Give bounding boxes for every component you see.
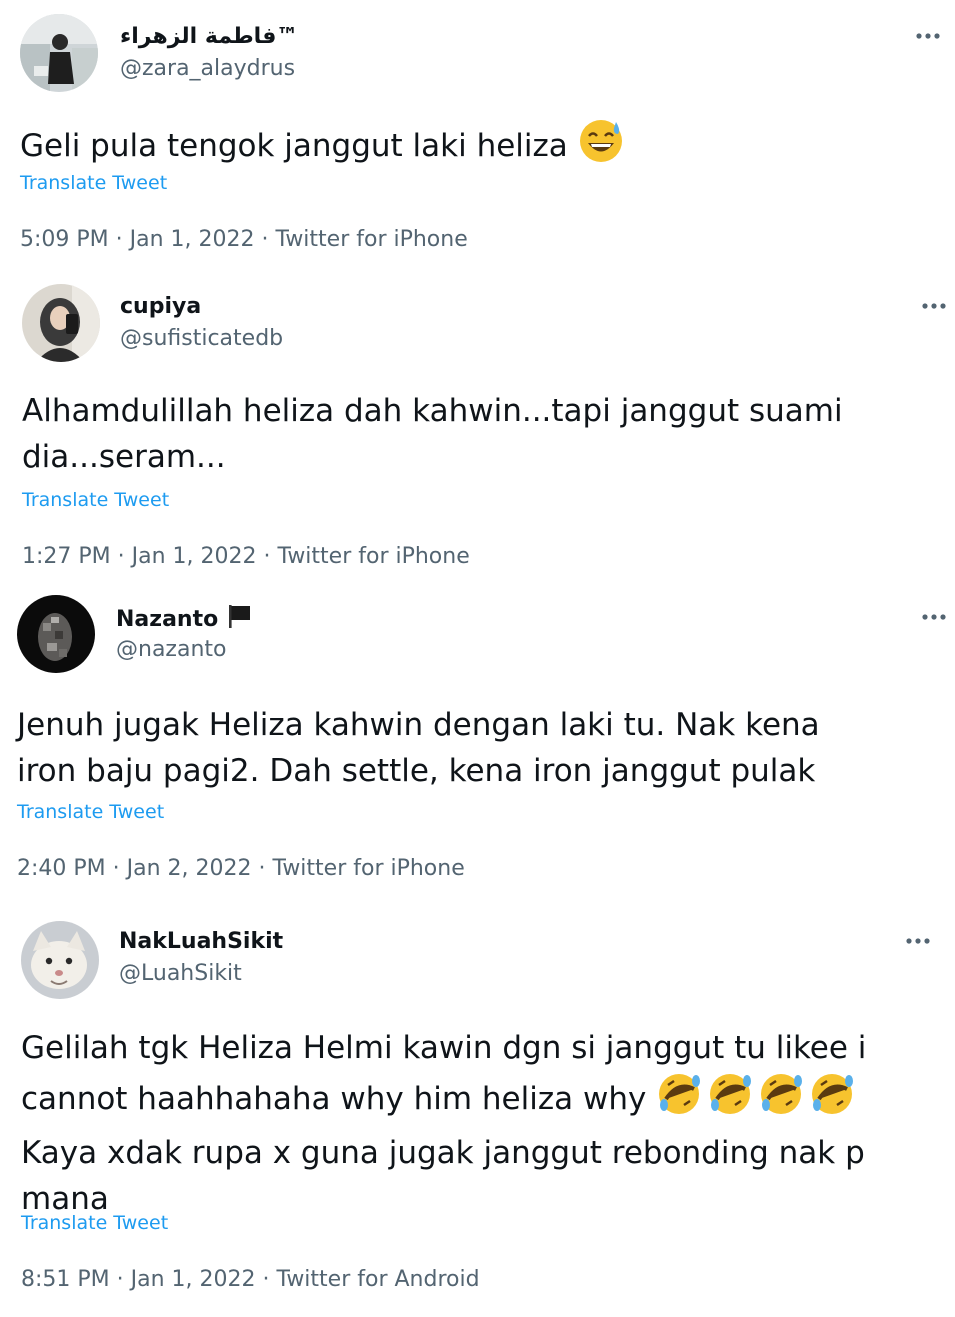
tweet-time[interactable]: 1:27 PM <box>22 544 111 569</box>
meta-separator: · <box>108 227 130 252</box>
tweet-text-line: Gelilah tgk Heliza Helmi kawin dgn si ja… <box>21 1030 867 1066</box>
translate-tweet-link[interactable]: Translate Tweet <box>17 801 164 823</box>
tweet-text-line: Alhamdulillah heliza dah kahwin...tapi j… <box>22 393 843 429</box>
tweet-meta: 5:09 PM · Jan 1, 2022 · Twitter for iPho… <box>20 227 468 252</box>
tweet: Nazanto @nazanto Jenuh jugak Heliza kahw… <box>0 585 955 907</box>
tweet-text-line: Kaya xdak rupa x guna jugak janggut rebo… <box>21 1135 865 1171</box>
tweet-time[interactable]: 5:09 PM <box>20 227 109 252</box>
tweet-text-line: dia...seram... <box>22 439 226 475</box>
avatar[interactable] <box>21 921 99 999</box>
avatar[interactable] <box>17 595 95 673</box>
meta-separator: · <box>109 1267 131 1292</box>
tweet-meta: 8:51 PM · Jan 1, 2022 · Twitter for Andr… <box>21 1267 480 1292</box>
tweet-time[interactable]: 8:51 PM <box>21 1267 110 1292</box>
translate-tweet-link[interactable]: Translate Tweet <box>21 1212 168 1234</box>
tweet: فاطمة الزهراء™ @zara_alaydrus Geli pula … <box>0 0 955 270</box>
meta-separator: · <box>105 856 127 881</box>
tweet-source[interactable]: Twitter for Android <box>277 1267 480 1292</box>
handle[interactable]: @nazanto <box>116 637 226 662</box>
tweet-source[interactable]: Twitter for iPhone <box>278 544 470 569</box>
more-options-icon[interactable] <box>902 931 936 951</box>
tweet-date[interactable]: Jan 1, 2022 <box>131 1267 256 1292</box>
translate-tweet-link[interactable]: Translate Tweet <box>22 489 169 511</box>
avatar[interactable] <box>22 284 100 362</box>
tweet-meta: 1:27 PM · Jan 1, 2022 · Twitter for iPho… <box>22 544 470 569</box>
handle[interactable]: @sufisticatedb <box>120 326 283 351</box>
tweet-text: Gelilah tgk Heliza Helmi kawin dgn si ja… <box>21 1025 866 1222</box>
more-options-icon[interactable] <box>912 26 946 46</box>
black-flag-icon <box>226 603 252 635</box>
handle[interactable]: @zara_alaydrus <box>120 56 295 81</box>
tweet-date[interactable]: Jan 1, 2022 <box>130 227 255 252</box>
grinning-face-with-sweat-icon <box>578 118 624 177</box>
more-options-icon[interactable] <box>918 296 952 316</box>
tweet: NakLuahSikit @LuahSikit Gelilah tgk Heli… <box>0 907 955 1317</box>
display-name[interactable]: NakLuahSikit <box>119 929 283 954</box>
tweet-meta: 2:40 PM · Jan 2, 2022 · Twitter for iPho… <box>17 856 465 881</box>
display-name[interactable]: cupiya <box>120 294 201 319</box>
meta-separator: · <box>254 227 276 252</box>
handle[interactable]: @LuahSikit <box>119 961 242 986</box>
meta-separator: · <box>110 544 132 569</box>
meta-separator: · <box>256 544 278 569</box>
tweet-source[interactable]: Twitter for iPhone <box>276 227 468 252</box>
tweet-text-line: iron baju pagi2. Dah settle, kena iron j… <box>17 753 816 789</box>
tweet-text: Jenuh jugak Heliza kahwin dengan laki tu… <box>17 702 820 794</box>
meta-separator: · <box>255 1267 277 1292</box>
meta-separator: · <box>251 856 273 881</box>
tweet-text: Alhamdulillah heliza dah kahwin...tapi j… <box>22 388 843 480</box>
tweet-text-line: cannot haahhahaha why him heliza why <box>21 1081 647 1117</box>
display-name: Nazanto <box>116 603 252 635</box>
tweet-time[interactable]: 2:40 PM <box>17 856 106 881</box>
display-name-text[interactable]: Nazanto <box>116 607 218 632</box>
translate-tweet-link[interactable]: Translate Tweet <box>20 172 167 194</box>
display-name[interactable]: فاطمة الزهراء™ <box>120 24 298 49</box>
tweet-source[interactable]: Twitter for iPhone <box>273 856 465 881</box>
more-options-icon[interactable] <box>918 607 952 627</box>
tweet-text-line: Jenuh jugak Heliza kahwin dengan laki tu… <box>17 707 820 743</box>
tweet-text: Geli pula tengok janggut laki heliza <box>20 118 624 177</box>
tweet: cupiya @sufisticatedb Alhamdulillah heli… <box>0 270 955 585</box>
tweet-date[interactable]: Jan 2, 2022 <box>127 856 252 881</box>
avatar[interactable] <box>20 14 98 92</box>
tweet-text-line: Geli pula tengok janggut laki heliza <box>20 128 568 164</box>
rolling-on-the-floor-laughing-icon <box>656 1071 860 1130</box>
tweet-date[interactable]: Jan 1, 2022 <box>132 544 257 569</box>
